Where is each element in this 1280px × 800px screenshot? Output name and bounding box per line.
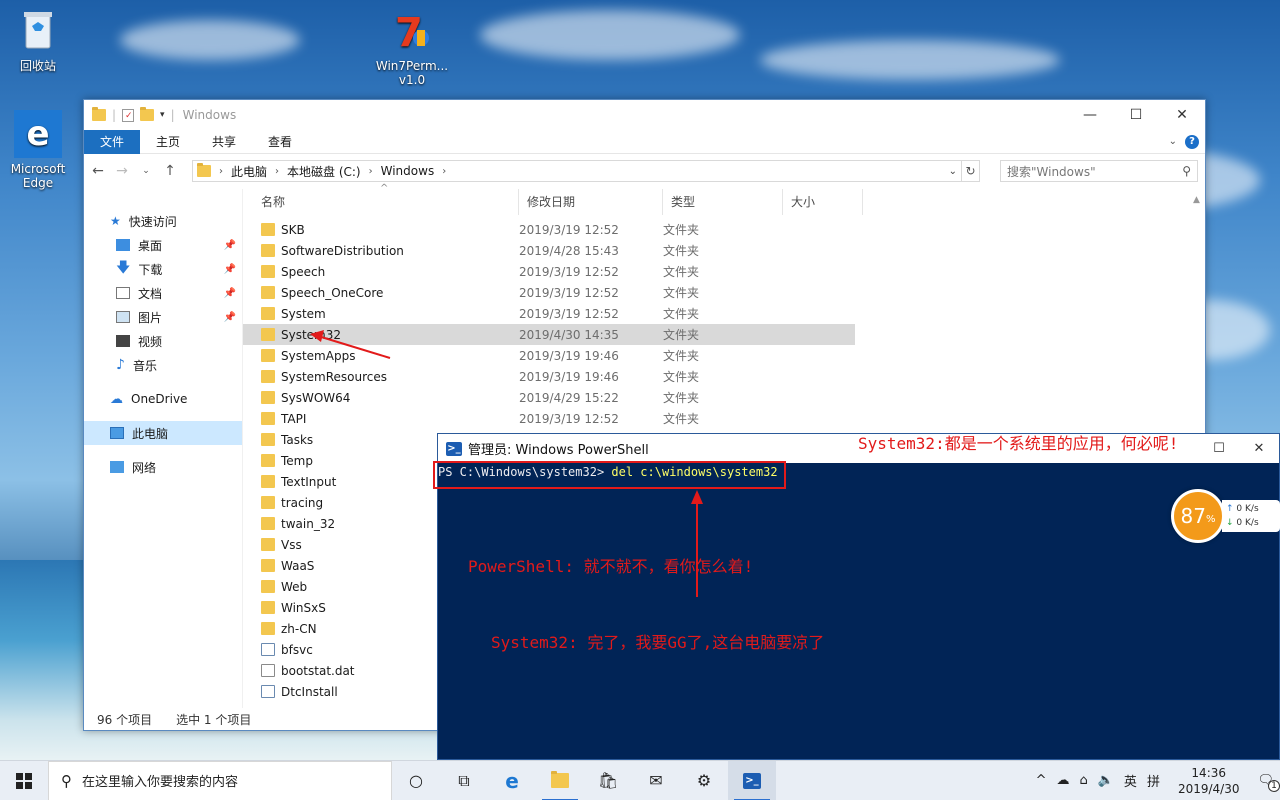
taskbar-search-placeholder: 在这里输入你要搜索的内容: [82, 775, 239, 790]
cortana-icon[interactable]: ○: [392, 761, 440, 800]
system-tray: ^ ☁ ⌂ 🔈 英 拼 14:36 2019/4/30 🗨 1: [1036, 761, 1280, 800]
arrowhead-system32: [310, 330, 324, 342]
file-explorer-taskbar-icon[interactable]: [536, 761, 584, 800]
usage-percent: 87: [1180, 504, 1206, 528]
annotation-arrows: [310, 330, 703, 597]
usage-unit: %: [1205, 513, 1216, 525]
volume-icon[interactable]: 🔈: [1098, 773, 1114, 788]
network-speed-panel: ↑ 0 K/s ↓ 0 K/s: [1222, 500, 1280, 532]
settings-taskbar-icon[interactable]: ⚙: [680, 761, 728, 800]
annotation-system32-plea: System32:都是一个系统里的应用，何必呢!: [858, 434, 1179, 453]
upload-arrow-icon: ↑: [1226, 504, 1234, 514]
arrowhead-command: [691, 490, 703, 504]
search-icon: ⚲: [61, 771, 72, 790]
notification-count: 1: [1268, 780, 1280, 792]
ime-language[interactable]: 英: [1124, 771, 1137, 790]
clock-time: 14:36: [1191, 765, 1227, 780]
start-button[interactable]: [0, 761, 48, 800]
annotation-system32-doom: System32: 完了，我要GG了,这台电脑要凉了: [491, 633, 825, 652]
edge-taskbar-icon[interactable]: e: [488, 761, 536, 800]
arrow-to-system32: [317, 335, 391, 359]
memory-usage-ball[interactable]: 87%: [1171, 489, 1225, 543]
annotation-powershell-reply: PowerShell: 就不就不，看你怎么着!: [468, 557, 754, 576]
mail-taskbar-icon[interactable]: ✉: [632, 761, 680, 800]
windows-logo-icon: [16, 772, 32, 789]
upload-speed: 0 K/s: [1236, 504, 1259, 514]
store-taskbar-icon[interactable]: 🛍: [584, 761, 632, 800]
network-tray-icon[interactable]: ⌂: [1079, 773, 1087, 788]
powershell-taskbar-icon[interactable]: >_: [728, 760, 776, 800]
download-arrow-icon: ↓: [1226, 518, 1234, 528]
taskbar-search-input[interactable]: ⚲ 在这里输入你要搜索的内容: [48, 760, 392, 800]
notification-center-icon[interactable]: 🗨 1: [1257, 773, 1280, 792]
task-view-icon[interactable]: ⧉: [440, 761, 488, 800]
onedrive-tray-icon[interactable]: ☁: [1056, 773, 1069, 788]
show-hidden-icons-icon[interactable]: ^: [1036, 773, 1047, 788]
download-speed: 0 K/s: [1236, 518, 1259, 528]
clock-date: 2019/4/30: [1177, 781, 1240, 796]
ime-mode[interactable]: 拼: [1147, 771, 1160, 790]
taskbar: ⚲ 在这里输入你要搜索的内容 ○ ⧉ e 🛍 ✉ ⚙ >_ ^ ☁ ⌂ 🔈 英 …: [0, 760, 1280, 800]
clock[interactable]: 14:36 2019/4/30: [1170, 765, 1248, 797]
